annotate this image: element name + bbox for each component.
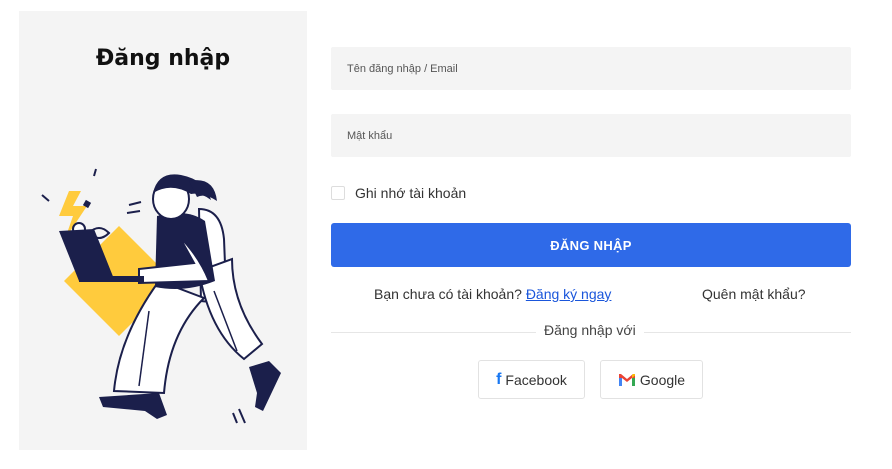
password-input[interactable] (331, 114, 851, 157)
google-label: Google (639, 371, 686, 388)
facebook-login-button[interactable]: f Facebook (478, 360, 585, 399)
no-account-text: Bạn chưa có tài khoản? (374, 286, 526, 302)
forgot-password-link[interactable]: Quên mật khẩu? (702, 286, 806, 302)
social-login-divider-text: Đăng nhập với (536, 322, 644, 338)
register-link[interactable]: Đăng ký ngay (526, 286, 612, 302)
login-button[interactable]: ĐĂNG NHẬP (331, 223, 851, 267)
facebook-label: Facebook (505, 371, 567, 388)
page-title: Đăng nhập (95, 46, 231, 71)
person-with-laptop-illustration (41, 168, 281, 424)
username-email-input[interactable] (331, 47, 851, 90)
remember-me-label: Ghi nhớ tài khoản (355, 185, 467, 201)
remember-me-row[interactable]: Ghi nhớ tài khoản (331, 184, 466, 202)
gmail-icon (617, 372, 636, 387)
login-illustration-panel: Đăng nhập (19, 11, 307, 450)
google-login-button[interactable]: Google (600, 360, 703, 399)
remember-me-checkbox[interactable] (331, 186, 345, 200)
register-prompt: Bạn chưa có tài khoản? Đăng ký ngay (374, 286, 611, 302)
facebook-icon: f (496, 370, 502, 388)
